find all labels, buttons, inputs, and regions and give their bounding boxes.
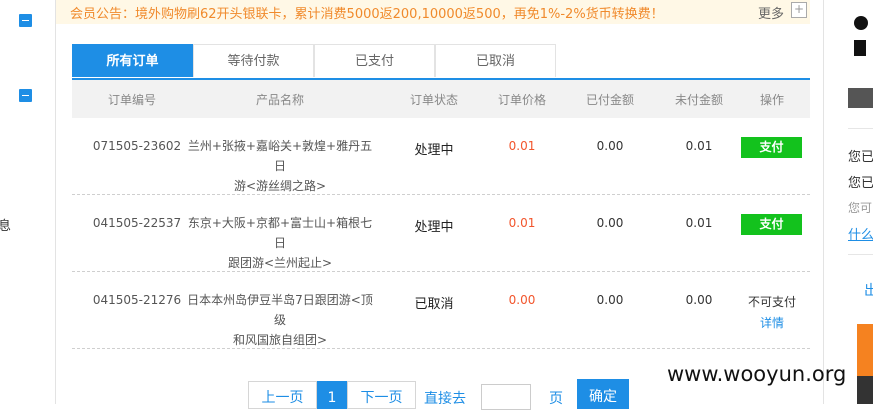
paid-amount: 0.00 <box>596 216 624 230</box>
paid-amount: 0.00 <box>596 139 624 153</box>
help-link[interactable]: 什么 <box>848 224 873 243</box>
header-price: 订单价格 <box>497 93 546 107</box>
tab-awaiting-payment[interactable]: 等待付款 <box>193 44 314 77</box>
next-page-button[interactable]: 下一页 <box>347 381 416 409</box>
unpaid-amount: 0.00 <box>685 293 713 307</box>
order-status: 处理中 <box>414 143 454 158</box>
product-name[interactable]: 日本本州岛伊豆半岛7日跟团游<顶级 和风国旅自组团> <box>182 290 378 350</box>
order-price: 0.00 <box>508 293 536 307</box>
user-info-hint: 您可 <box>848 201 873 215</box>
paid-amount: 0.00 <box>596 293 624 307</box>
more-link[interactable]: 更多 <box>758 3 784 22</box>
panda-eye-icon <box>854 16 868 30</box>
header-paid: 已付金额 <box>585 93 634 107</box>
order-id: 041505-21276 <box>92 293 182 307</box>
header-order-id: 订单编号 <box>107 93 156 107</box>
pay-button[interactable]: 支付 <box>741 214 802 235</box>
pay-button[interactable]: 支付 <box>741 137 802 158</box>
page-1-button[interactable]: 1 <box>317 381 347 409</box>
plus-icon[interactable]: + <box>791 2 807 18</box>
header-unpaid: 未付金额 <box>674 93 723 107</box>
promo-banner-dark[interactable] <box>857 376 873 404</box>
sidebar-partial-label: 息 <box>0 219 12 234</box>
user-info-text: 您已 <box>848 150 873 165</box>
left-sidebar: 息 <box>0 0 56 404</box>
header-product-name: 产品名称 <box>255 93 304 107</box>
order-price: 0.01 <box>508 139 536 153</box>
promo-banner[interactable] <box>857 324 873 376</box>
profile-bar <box>848 88 873 108</box>
collapse-icon[interactable] <box>19 89 32 102</box>
panda-body-icon <box>854 40 866 56</box>
unpaid-amount: 0.01 <box>685 216 713 230</box>
user-info-text: 您已 <box>848 176 873 191</box>
divider <box>848 254 873 255</box>
unpaid-amount: 0.01 <box>685 139 713 153</box>
table-row: 041505-21276 日本本州岛伊豆半岛7日跟团游<顶级 和风国旅自组团> … <box>72 272 810 349</box>
tab-all-orders[interactable]: 所有订单 <box>72 44 193 77</box>
watermark: www.wooyun.org <box>667 362 847 386</box>
order-status: 处理中 <box>414 220 454 235</box>
collapse-icon[interactable] <box>19 14 32 27</box>
header-action: 操作 <box>759 93 784 107</box>
tab-paid[interactable]: 已支付 <box>314 44 435 77</box>
product-name[interactable]: 兰州+张掖+嘉峪关+敦煌+雅丹五日 游<游丝绸之路> <box>182 136 378 196</box>
order-id: 041505-22537 <box>92 216 182 230</box>
order-price: 0.01 <box>508 216 536 230</box>
notice-text: 会员公告：境外购物刷62开头银联卡，累计消费5000返200,10000返500… <box>70 7 664 22</box>
order-id: 071505-23602 <box>92 139 182 153</box>
order-status: 已取消 <box>414 297 454 312</box>
prev-page-button[interactable]: 上一页 <box>248 381 317 409</box>
table-header: 订单编号 产品名称 订单状态 订单价格 已付金额 未付金额 操作 <box>72 80 810 118</box>
tab-cancelled[interactable]: 已取消 <box>435 44 556 77</box>
notice-bar: 会员公告：境外购物刷62开头银联卡，累计消费5000返200,10000返500… <box>56 0 810 24</box>
table-row: 041505-22537 东京+大阪+京都+富士山+箱根七日 跟团游<兰州起止>… <box>72 195 810 272</box>
page-number-input[interactable] <box>481 384 531 410</box>
not-payable-label: 不可支付 <box>747 295 796 309</box>
header-status: 订单状态 <box>409 93 458 107</box>
right-panel: 您已 您已 您可 什么 出 <box>823 0 873 404</box>
goto-label: 直接去 <box>424 391 466 407</box>
table-row: 071505-23602 兰州+张掖+嘉峪关+敦煌+雅丹五日 游<游丝绸之路> … <box>72 118 810 195</box>
page-unit-label: 页 <box>549 391 563 407</box>
product-name[interactable]: 东京+大阪+京都+富士山+箱根七日 跟团游<兰州起止> <box>182 213 378 273</box>
side-link[interactable]: 出 <box>864 280 873 300</box>
order-tabs: 所有订单 等待付款 已支付 已取消 <box>72 44 810 78</box>
detail-link[interactable]: 详情 <box>737 314 807 331</box>
confirm-button[interactable]: 确定 <box>577 379 629 409</box>
divider <box>848 128 873 129</box>
